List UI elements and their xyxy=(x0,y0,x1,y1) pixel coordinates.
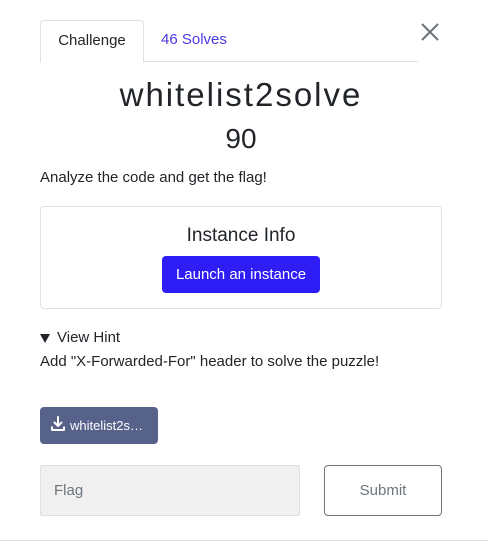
instance-info-panel: Instance Info Launch an instance xyxy=(40,206,442,309)
close-icon[interactable] xyxy=(418,20,442,44)
download-file-label: whitelist2s… xyxy=(70,418,143,433)
challenge-modal: Challenge 46 Solves whitelist2solve 90 A… xyxy=(0,0,488,541)
view-hint-label: View Hint xyxy=(57,329,121,346)
view-hint-toggle[interactable]: View Hint xyxy=(40,329,120,346)
download-file-button[interactable]: whitelist2s… xyxy=(40,407,158,444)
challenge-title: whitelist2solve xyxy=(119,76,363,113)
tab-challenge[interactable]: Challenge xyxy=(40,20,144,63)
tab-solves[interactable]: 46 Solves xyxy=(145,20,243,62)
submit-button[interactable]: Submit xyxy=(324,465,442,516)
instance-info-title: Instance Info xyxy=(186,225,296,246)
challenge-points: 90 xyxy=(225,123,257,154)
challenge-description: Analyze the code and get the flag! xyxy=(40,169,267,186)
tab-bar: Challenge 46 Solves xyxy=(40,20,418,63)
triangle-down-icon xyxy=(40,333,50,343)
flag-input[interactable] xyxy=(40,465,300,516)
hint-text: Add "X-Forwarded-For" header to solve th… xyxy=(40,353,380,370)
download-icon xyxy=(50,416,66,435)
launch-instance-button[interactable]: Launch an instance xyxy=(162,256,320,293)
